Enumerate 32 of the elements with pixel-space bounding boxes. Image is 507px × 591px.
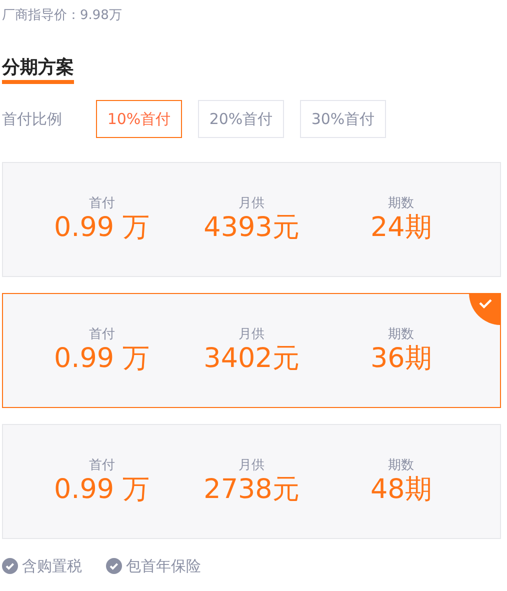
plan-label: 月供	[238, 196, 266, 212]
plan-card[interactable]: 首付 0.99 万 月供 2738元 期数 48期	[2, 424, 501, 539]
guide-price-text: 厂商指导价：9.98万	[2, 7, 123, 25]
plan-card[interactable]: 首付 0.99 万 月供 4393元 期数 24期	[2, 162, 501, 277]
plan-label: 期数	[387, 458, 416, 474]
section-title: 分期方案	[2, 56, 74, 84]
plan-label: 首付	[88, 196, 116, 212]
plan-label: 月供	[238, 326, 266, 342]
plan-label: 期数	[387, 196, 416, 212]
plan-value: 36期	[370, 342, 433, 374]
feature-text: 包首年保险	[126, 556, 201, 577]
down-payment-option[interactable]: 10%首付	[96, 100, 182, 138]
plan-value: 3402元	[202, 342, 300, 374]
plan-label: 期数	[387, 326, 416, 342]
ratio-label: 首付比例	[2, 108, 63, 130]
plan-value: 2738元	[202, 474, 300, 506]
selected-check-icon	[469, 294, 500, 325]
feature-text: 含购置税	[22, 556, 82, 577]
plan-value: 0.99 万	[52, 474, 151, 506]
plan-value: 0.99 万	[52, 342, 151, 374]
plan-label: 首付	[88, 326, 116, 342]
plan-label: 首付	[88, 458, 116, 474]
down-payment-option[interactable]: 30%首付	[300, 100, 386, 138]
check-circle-icon	[2, 558, 18, 574]
plan-card[interactable]: 首付 0.99 万 月供 3402元 期数 36期	[2, 293, 501, 408]
plan-label: 月供	[238, 458, 266, 474]
plan-value: 4393元	[202, 212, 300, 244]
plan-value: 48期	[370, 474, 433, 506]
down-payment-option[interactable]: 20%首付	[198, 100, 284, 138]
check-circle-icon	[106, 558, 122, 574]
plan-value: 24期	[370, 212, 433, 244]
plan-value: 0.99 万	[52, 212, 151, 244]
